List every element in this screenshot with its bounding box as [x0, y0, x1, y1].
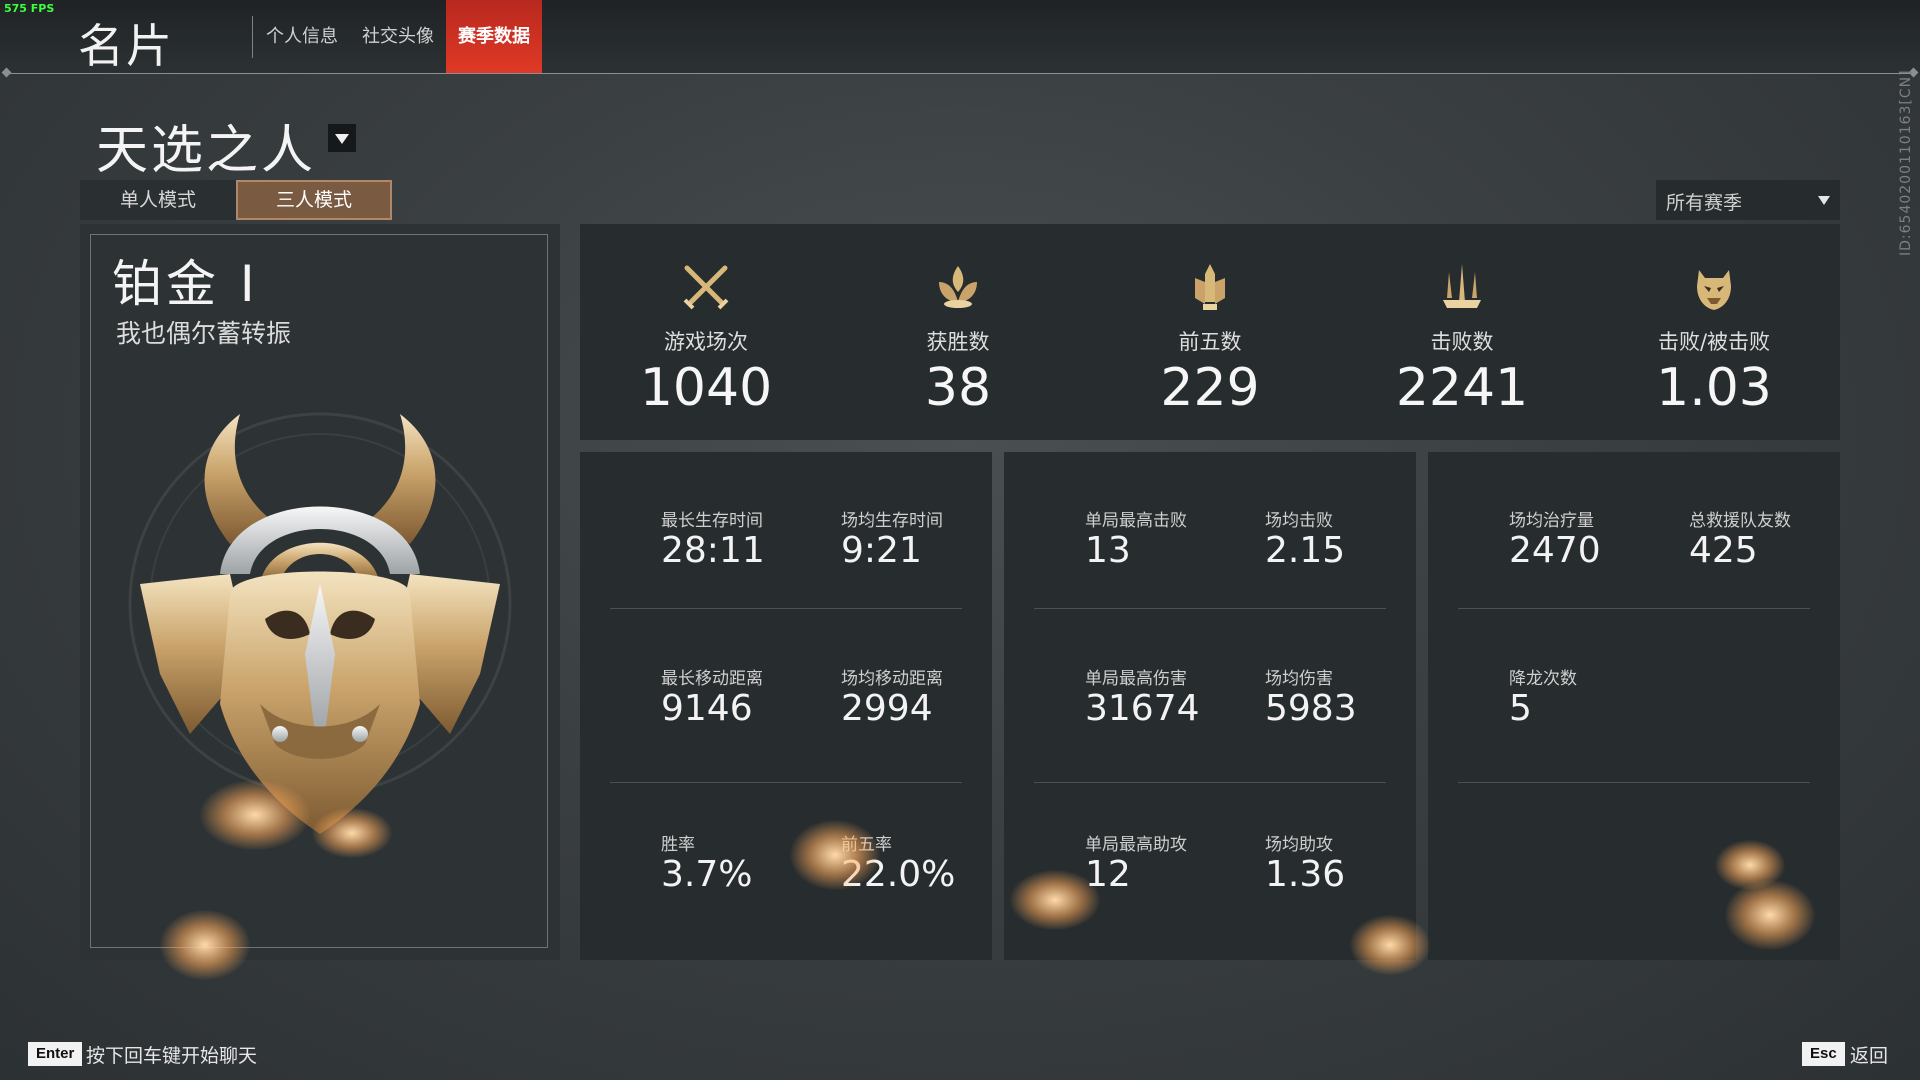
mode-tab-solo[interactable]: 单人模式: [80, 180, 236, 220]
rank-subtitle: 我也偶尔蓄转振: [116, 319, 292, 348]
summary-value: 1040: [639, 358, 773, 418]
platinum-mask-icon: [128, 412, 512, 834]
mode-tab-trio[interactable]: 三人模式: [236, 180, 392, 220]
lantern-glow: [790, 820, 880, 890]
stat-label: 单局最高伤害: [1085, 669, 1187, 689]
sword-pillar-icon: [1195, 264, 1225, 310]
demon-mask-icon: [1697, 270, 1731, 310]
stat-label: 场均击败: [1265, 511, 1333, 531]
summary-label: 击败/被击败: [1657, 330, 1771, 354]
stat-value: 9146: [661, 688, 753, 729]
summary-stats: 游戏场次 1040 获胜数 38 前五数 229 击败数 2241 击败/被击败…: [580, 224, 1840, 440]
stat-label: 单局最高助攻: [1085, 835, 1187, 855]
crossed-swords-icon: [683, 265, 729, 310]
lotus-flame-icon: [939, 266, 977, 308]
stat-label: 总救援队友数: [1689, 511, 1791, 531]
lantern-glow: [312, 808, 392, 858]
chevron-down-icon: [1818, 196, 1830, 205]
summary-item-games: 游戏场次 1040: [580, 224, 832, 440]
stat-label: 场均助攻: [1265, 835, 1333, 855]
tab-personal-info[interactable]: 个人信息: [262, 0, 342, 74]
summary-item-wins: 获胜数 38: [832, 224, 1084, 440]
row-divider: [610, 782, 962, 783]
row-divider: [1458, 782, 1810, 783]
season-title: 天选之人: [96, 121, 317, 181]
summary-value: 1.03: [1656, 358, 1772, 418]
fps-counter: 575 FPS: [4, 2, 55, 15]
back-button[interactable]: 返回: [1850, 1041, 1888, 1068]
lantern-glow: [1350, 915, 1430, 975]
tab-season-stats[interactable]: 赛季数据: [446, 0, 542, 74]
summary-value: 38: [924, 358, 992, 418]
header-divider: [6, 73, 1914, 74]
stat-label: 最长移动距离: [661, 669, 763, 689]
rank-panel: 铂金 I 我也偶尔蓄转振: [80, 224, 560, 960]
stat-value: 5: [1509, 688, 1532, 729]
season-title-dropdown-icon[interactable]: [328, 124, 356, 152]
stat-label: 最长生存时间: [661, 511, 763, 531]
summary-value: 229: [1160, 358, 1260, 418]
row-divider: [1034, 608, 1386, 609]
summary-item-top5: 前五数 229: [1084, 224, 1336, 440]
stat-value: 2470: [1509, 530, 1601, 571]
stat-value: 425: [1689, 530, 1758, 571]
stats-panel-survival: 最长生存时间 28:11 场均生存时间 9:21 最长移动距离 9146 场均移…: [580, 452, 992, 960]
stat-label: 场均治疗量: [1509, 511, 1594, 531]
stat-value: 2994: [841, 688, 933, 729]
summary-label: 游戏场次: [664, 330, 748, 354]
stat-value: 1.36: [1265, 854, 1346, 895]
row-divider: [1458, 608, 1810, 609]
stat-value: 13: [1085, 530, 1131, 571]
enter-key-badge: Enter: [28, 1042, 83, 1066]
page-title: 名片: [78, 19, 174, 73]
trident-icon: [1443, 264, 1481, 308]
summary-label: 击败数: [1430, 330, 1494, 354]
stat-label: 胜率: [661, 835, 695, 855]
lantern-glow: [200, 780, 310, 850]
lantern-glow: [1010, 870, 1100, 930]
chat-hint[interactable]: 按下回车键开始聊天: [86, 1041, 257, 1068]
lantern-glow: [160, 910, 250, 980]
stat-label: 场均移动距离: [841, 669, 943, 689]
stat-value: 5983: [1265, 688, 1357, 729]
summary-item-kd: 击败/被击败 1.03: [1588, 224, 1840, 440]
season-filter-select[interactable]: 所有赛季: [1656, 180, 1840, 220]
tab-social-avatar[interactable]: 社交头像: [356, 0, 440, 74]
stat-value: 3.7%: [661, 854, 753, 895]
stat-label: 场均伤害: [1265, 669, 1333, 689]
row-divider: [610, 608, 962, 609]
title-divider: [252, 16, 253, 58]
row-divider: [1034, 782, 1386, 783]
stat-value: 28:11: [661, 530, 765, 571]
stat-value: 2.15: [1265, 530, 1346, 571]
stat-label: 场均生存时间: [841, 511, 943, 531]
stat-label: 单局最高击败: [1085, 511, 1187, 531]
season-filter-value: 所有赛季: [1666, 192, 1743, 214]
summary-label: 获胜数: [926, 330, 990, 354]
stat-value: 31674: [1085, 688, 1200, 729]
stat-value: 9:21: [841, 530, 922, 571]
lantern-glow: [1725, 880, 1815, 950]
player-id: ID:6540200110163[CN]: [1898, 69, 1914, 256]
rank-name: 铂金 I: [112, 255, 259, 313]
summary-label: 前五数: [1178, 330, 1242, 354]
summary-value: 2241: [1395, 358, 1529, 418]
stat-label: 降龙次数: [1509, 669, 1577, 689]
summary-item-kills: 击败数 2241: [1336, 224, 1588, 440]
mode-tabs: 单人模式 三人模式: [80, 180, 392, 220]
esc-key-badge: Esc: [1802, 1042, 1845, 1066]
